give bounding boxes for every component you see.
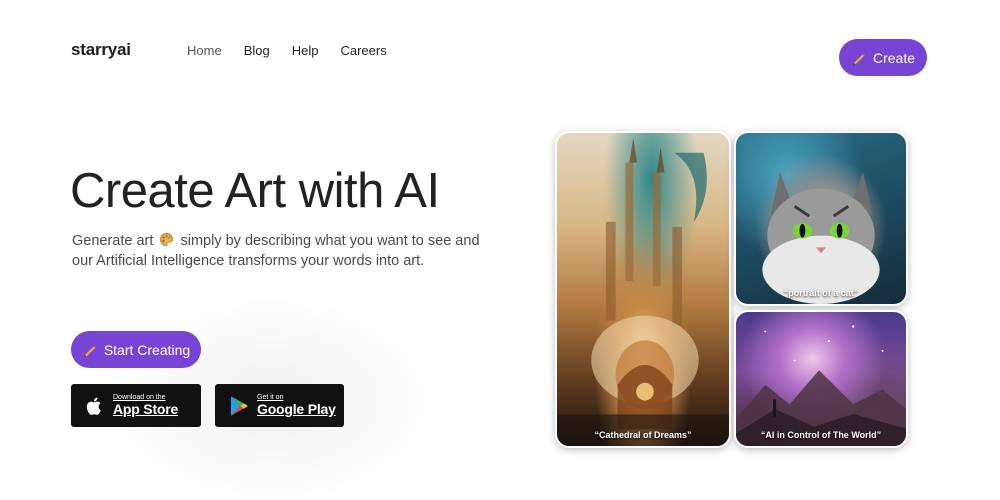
cathedral-caption: “Cathedral of Dreams” xyxy=(594,430,692,440)
palette-icon xyxy=(160,233,174,246)
google-play-label: Google Play xyxy=(257,401,336,417)
nav-item-help[interactable]: Help xyxy=(292,43,319,58)
app-store-label: App Store xyxy=(113,401,179,417)
nav-item-careers[interactable]: Careers xyxy=(340,43,386,58)
start-creating-label: Start Creating xyxy=(103,341,191,358)
create-button[interactable]: Create xyxy=(839,39,927,76)
pencil-icon xyxy=(84,344,97,357)
hero-subtitle: Generate art simply by describing what y… xyxy=(72,231,492,271)
cat-artwork xyxy=(762,172,880,304)
cat-caption: “portrait of a cat” xyxy=(783,288,859,298)
google-play-button[interactable]: Get it on Google Play xyxy=(215,384,344,427)
create-button-label: Create xyxy=(872,49,916,66)
cathedral-art-card[interactable]: “Cathedral of Dreams” xyxy=(555,131,731,448)
nav-item-blog[interactable]: Blog xyxy=(244,43,270,58)
app-store-button[interactable]: Download on the App Store xyxy=(71,384,201,427)
apple-icon xyxy=(86,397,101,415)
space-caption: “AI in Control of The World” xyxy=(760,430,882,440)
hero-subtitle-start: Generate art xyxy=(72,233,154,249)
nav-item-home[interactable]: Home xyxy=(187,43,222,58)
google-play-text: Get it on Google Play xyxy=(257,394,336,417)
space-artwork xyxy=(736,325,906,446)
brand-logo[interactable]: starryai xyxy=(71,40,131,60)
cat-art-card[interactable]: “portrait of a cat” xyxy=(734,131,908,306)
app-store-text: Download on the App Store xyxy=(113,394,178,417)
main-nav: Home Blog Help Careers xyxy=(187,43,409,58)
cathedral-artwork xyxy=(557,137,729,446)
pencil-icon xyxy=(853,52,866,65)
start-creating-button[interactable]: Start Creating xyxy=(71,331,201,368)
hero-headline: Create Art with AI xyxy=(70,164,440,218)
space-art-card[interactable]: “AI in Control of The World” xyxy=(734,310,908,448)
google-play-icon xyxy=(230,396,248,415)
